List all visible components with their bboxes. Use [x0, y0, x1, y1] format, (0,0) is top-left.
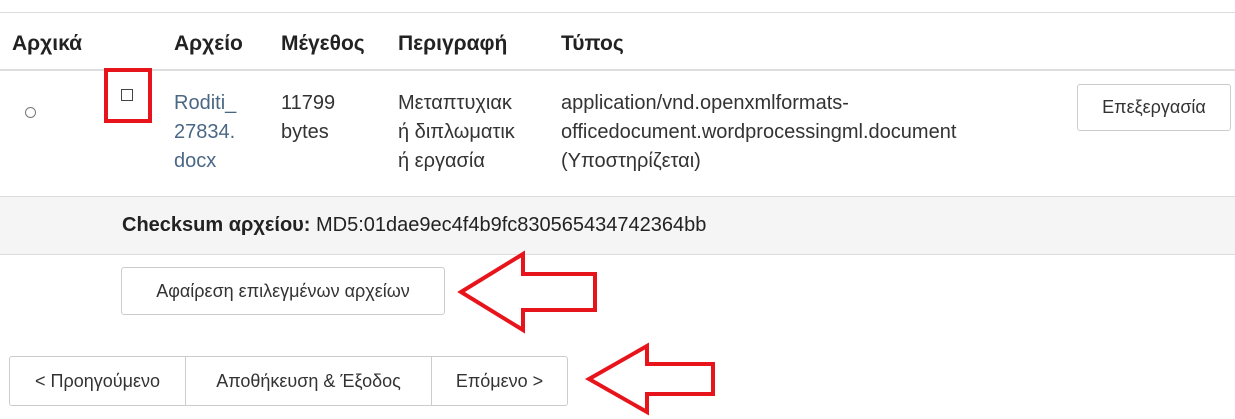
file-description: Μεταπτυχιακ ή διπλωματικ ή εργασία — [398, 89, 515, 176]
file-name-line: docx — [174, 150, 217, 172]
description-line: ή διπλωματικ — [398, 121, 515, 143]
file-type: application/vnd.openxmlformats- officedo… — [561, 89, 956, 176]
save-exit-button[interactable]: Αποθήκευση & Έξοδος — [185, 356, 432, 406]
col-header-original: Αρχικά — [12, 32, 83, 55]
original-radio[interactable] — [25, 107, 36, 118]
col-header-description: Περιγραφή — [398, 32, 508, 55]
edit-button[interactable]: Επεξεργασία — [1077, 84, 1231, 131]
col-header-file: Αρχείο — [174, 32, 243, 55]
header-bottom-border — [0, 69, 1235, 71]
file-size: 11799 bytes — [281, 89, 335, 147]
checksum-label: Checksum αρχείου: — [122, 214, 311, 236]
type-line: officedocument.wordprocessingml.document — [561, 121, 957, 143]
file-name-link[interactable]: Roditi_ 27834. docx — [174, 89, 236, 176]
col-header-size: Μέγεθος — [281, 32, 365, 55]
annotation-arrow-icon — [584, 342, 715, 416]
file-size-unit: bytes — [281, 121, 329, 143]
description-line: Μεταπτυχιακ — [398, 92, 512, 114]
file-name-line: 27834. — [174, 121, 236, 143]
checksum-value: MD5:01dae9ec4f4b9fc830565434742364bb — [310, 214, 707, 236]
annotation-arrow-icon — [457, 250, 597, 334]
description-line: ή εργασία — [398, 150, 485, 172]
next-button[interactable]: Επόμενο > — [431, 356, 568, 406]
remove-selected-files-button[interactable]: Αφαίρεση επιλεγμένων αρχείων — [121, 267, 445, 315]
wizard-nav: < Προηγούμενο Αποθήκευση & Έξοδος Επόμεν… — [9, 356, 568, 406]
file-select-checkbox[interactable] — [121, 89, 133, 101]
checksum-bottom-border — [0, 254, 1235, 255]
previous-button[interactable]: < Προηγούμενο — [9, 356, 186, 406]
type-line: application/vnd.openxmlformats- — [561, 92, 849, 114]
file-size-value: 11799 — [281, 92, 336, 114]
checksum-text: Checksum αρχείου: MD5:01dae9ec4f4b9fc830… — [122, 214, 706, 237]
type-line: (Υποστηρίζεται) — [561, 150, 701, 172]
file-name-line: Roditi_ — [174, 92, 237, 114]
col-header-type: Τύπος — [561, 32, 624, 55]
table-top-border — [0, 12, 1235, 13]
